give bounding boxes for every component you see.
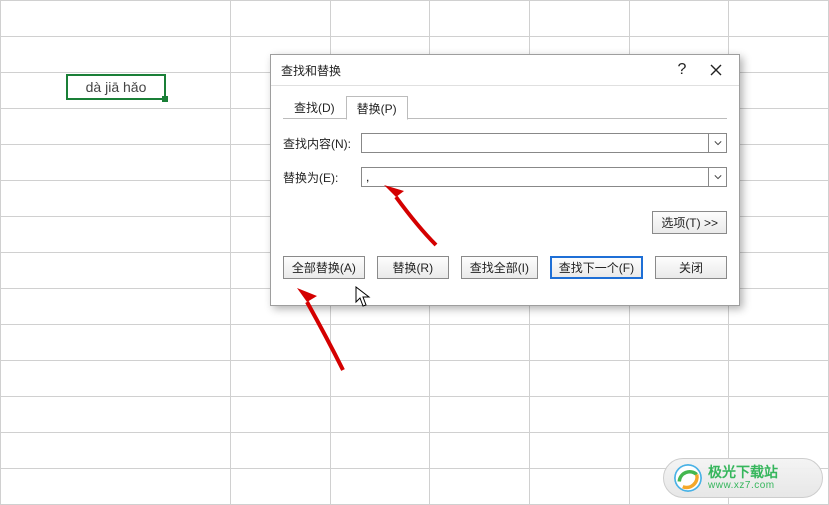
cell-value: dà jiā hǎo [86, 79, 147, 95]
dialog-titlebar[interactable]: 查找和替换 ? [271, 55, 739, 85]
chevron-down-icon[interactable] [708, 168, 726, 186]
watermark-badge: 极光下载站 www.xz7.com [663, 458, 823, 498]
fill-handle[interactable] [162, 96, 168, 102]
replace-with-input[interactable] [362, 168, 708, 186]
replace-button[interactable]: 替换(R) [377, 256, 449, 279]
tab-strip: 查找(D) 替换(P) [283, 94, 727, 119]
tab-find[interactable]: 查找(D) [283, 95, 346, 119]
replace-all-button[interactable]: 全部替换(A) [283, 256, 365, 279]
find-next-button[interactable]: 查找下一个(F) [550, 256, 643, 279]
find-what-input[interactable] [362, 134, 708, 152]
options-button[interactable]: 选项(T) >> [652, 211, 727, 234]
watermark-name: 极光下载站 [708, 465, 778, 480]
watermark-url: www.xz7.com [708, 480, 778, 491]
close-button[interactable]: 关闭 [655, 256, 727, 279]
chevron-down-icon[interactable] [708, 134, 726, 152]
replace-with-label: 替换为(E): [283, 169, 361, 186]
find-what-combo[interactable] [361, 133, 727, 153]
find-all-button[interactable]: 查找全部(I) [461, 256, 538, 279]
watermark-logo-icon [674, 464, 702, 492]
find-what-label: 查找内容(N): [283, 135, 361, 152]
help-button[interactable]: ? [665, 57, 699, 83]
replace-with-combo[interactable] [361, 167, 727, 187]
find-replace-dialog: 查找和替换 ? 查找(D) 替换(P) 查找内容(N): 替换为(E): [270, 54, 740, 306]
tab-replace[interactable]: 替换(P) [346, 96, 408, 120]
dialog-title: 查找和替换 [281, 62, 341, 79]
active-cell[interactable]: dà jiā hǎo [66, 74, 166, 100]
close-icon[interactable] [699, 57, 733, 83]
